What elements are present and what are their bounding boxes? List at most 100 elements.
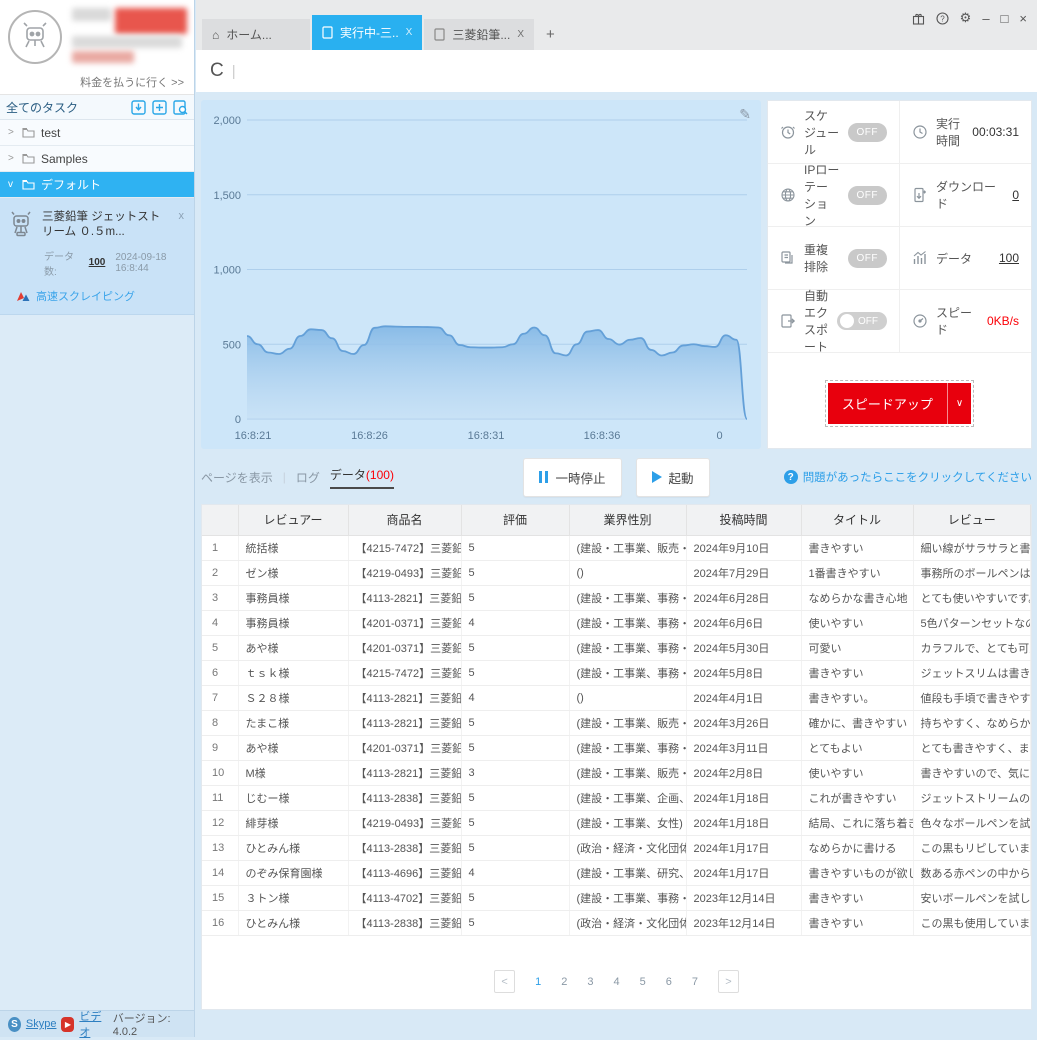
search-task-icon[interactable]: [173, 99, 188, 115]
view-toolbar: ページを表示 | ログ データ(100) 一時停止 起動 ? 問題があったらここ…: [201, 457, 1032, 497]
col-review[interactable]: レビュー: [912, 505, 1031, 536]
col-title[interactable]: タイトル: [800, 505, 914, 536]
skype-link[interactable]: Skype: [26, 1018, 57, 1030]
video-icon[interactable]: ▶: [61, 1016, 75, 1032]
pay-link[interactable]: 料金を払うに行く >>: [80, 74, 184, 90]
page-button[interactable]: 1: [535, 976, 541, 988]
collapsed-icon[interactable]: >: [8, 127, 16, 138]
import-task-icon[interactable]: [131, 99, 146, 115]
table-row[interactable]: 6ｔｓｋ様【4215-7472】三菱鉛筆 ジェット...5(建設・工事業、事務・…: [202, 660, 1031, 686]
table-row[interactable]: 9あや様【4201-0371】三菱鉛筆 ジェット...5(建設・工事業、事務・ア…: [202, 735, 1031, 761]
page-button[interactable]: 7: [692, 976, 698, 988]
expanded-icon[interactable]: v: [8, 179, 16, 190]
auto-export-toggle[interactable]: OFF: [837, 312, 887, 330]
sidebar-folder-default[interactable]: v デフォルト: [0, 172, 194, 198]
help-link[interactable]: ? 問題があったらここをクリックしてください: [783, 469, 1032, 485]
start-button[interactable]: 起動: [635, 457, 710, 497]
table-row[interactable]: 16ひとみん様【4113-2838】三菱鉛筆 ジェット...5(政治・経済・文化…: [202, 910, 1031, 936]
table-row[interactable]: 13ひとみん様【4113-2838】三菱鉛筆 ジェット...5(政治・経済・文化…: [202, 835, 1031, 861]
add-task-icon[interactable]: [152, 99, 167, 115]
account-name-redacted: [72, 8, 187, 63]
industry-cell: (建設・工事業、販売・接客、男...: [569, 760, 687, 786]
gift-icon[interactable]: [912, 12, 925, 25]
download-value[interactable]: 0: [1012, 188, 1019, 202]
table-row[interactable]: 3事務員様【4113-2821】三菱鉛筆 ジェット...5(建設・工事業、事務・…: [202, 585, 1031, 611]
table-row[interactable]: 10M様【4113-2821】三菱鉛筆 ジェット...3(建設・工事業、販売・接…: [202, 760, 1031, 786]
col-rating[interactable]: 評価: [460, 505, 570, 536]
close-icon[interactable]: ×: [1019, 11, 1027, 26]
tab-task[interactable]: 三菱鉛筆... X: [424, 19, 535, 50]
loading-icon[interactable]: C: [210, 60, 224, 82]
col-industry[interactable]: 業界性別: [568, 505, 687, 536]
tab-home[interactable]: ⌂ ホーム...: [202, 19, 310, 50]
chevron-down-icon[interactable]: ∨: [946, 383, 971, 424]
ip-rotation-toggle[interactable]: OFF: [847, 185, 887, 205]
speed-up-button[interactable]: スピードアップ ∨: [824, 380, 975, 427]
table-row[interactable]: 2ゼン様【4219-0493】三菱鉛筆 ジェット...5()2024年7月29日…: [202, 560, 1031, 586]
row-index-cell: 1: [202, 535, 239, 561]
next-page-button[interactable]: >: [717, 970, 739, 993]
page-button[interactable]: 3: [587, 976, 593, 988]
collapsed-icon[interactable]: >: [8, 153, 16, 164]
help-icon[interactable]: ?: [936, 11, 949, 25]
dedup-label: 重複排除: [804, 243, 829, 274]
reviewer-cell: 統括様: [238, 535, 349, 561]
prev-page-button[interactable]: <: [494, 970, 516, 993]
page-button[interactable]: 2: [561, 976, 567, 988]
product-cell: 【4113-2821】三菱鉛筆 ジェット...: [348, 760, 462, 786]
col-reviewer[interactable]: レビュアー: [237, 505, 349, 536]
sidebar: 料金を払うに行く >> 全てのタスク > test > Samples v デフ…: [0, 0, 195, 1040]
tab-close-icon[interactable]: X: [517, 29, 524, 40]
tab-view-page[interactable]: ページを表示: [201, 469, 273, 486]
table-row[interactable]: 4事務員様【4201-0371】三菱鉛筆 ジェット...4(建設・工事業、事務・…: [202, 610, 1031, 636]
table-row[interactable]: 8たまこ様【4113-2821】三菱鉛筆 ジェット...5(建設・工事業、販売・…: [202, 710, 1031, 736]
speed-scraping-link[interactable]: 高速スクレイピング: [16, 288, 186, 304]
folder-icon: [22, 153, 35, 164]
table-row[interactable]: 5あや様【4201-0371】三菱鉛筆 ジェット...5(建設・工事業、事務・ア…: [202, 635, 1031, 661]
table-row[interactable]: 1統括様【4215-7472】三菱鉛筆 ジェット...5(建設・工事業、販売・接…: [202, 535, 1031, 561]
rating-cell: 5: [461, 885, 570, 911]
page-button[interactable]: 6: [666, 976, 672, 988]
skype-icon[interactable]: S: [8, 1016, 21, 1032]
table-row[interactable]: 12緋芽様【4219-0493】三菱鉛筆 ジェット...5(建設・工事業、女性)…: [202, 810, 1031, 836]
table-row[interactable]: 11じむー様【4113-2838】三菱鉛筆 ジェット...5(建設・工事業、企画…: [202, 785, 1031, 811]
tab-running-task[interactable]: 実行中-三.. X: [312, 15, 423, 50]
gear-icon[interactable]: ⚙: [960, 10, 972, 26]
title-cell: なめらかな書き心地: [801, 585, 914, 611]
minimize-icon[interactable]: –: [982, 11, 989, 26]
sidebar-folder-test[interactable]: > test: [0, 120, 194, 146]
product-cell: 【4113-2838】三菱鉛筆 ジェット...: [348, 835, 462, 861]
table-row[interactable]: 7Ｓ２８様【4113-2821】三菱鉛筆 ジェット...4()2024年4月1日…: [202, 685, 1031, 711]
review-cell: 安いボールペンを試しましたが、...: [913, 885, 1031, 911]
table-row[interactable]: 15３トン様【4113-4702】三菱鉛筆 ジェット...5(建設・工事業、事務…: [202, 885, 1031, 911]
reviewer-cell: のぞみ保育園様: [238, 860, 349, 886]
svg-text:16:8:31: 16:8:31: [468, 430, 505, 442]
data-value[interactable]: 100: [999, 251, 1019, 265]
pause-button[interactable]: 一時停止: [523, 457, 622, 497]
task-card[interactable]: 三菱鉛筆 ジェットストリーム ０.５m... x データ数: 100 2024-…: [0, 198, 194, 315]
task-close-icon[interactable]: x: [177, 210, 187, 240]
new-tab-button[interactable]: +: [536, 19, 565, 50]
maximize-icon[interactable]: □: [1001, 11, 1009, 26]
video-link[interactable]: ビデオ: [79, 1008, 107, 1040]
col-product[interactable]: 商品名: [347, 505, 462, 536]
table-row[interactable]: 14のぞみ保育園様【4113-4696】三菱鉛筆 ジェット...4(建設・工事業…: [202, 860, 1031, 886]
svg-text:2,000: 2,000: [213, 115, 241, 127]
tab-data[interactable]: データ(100): [329, 466, 394, 489]
page-button[interactable]: 5: [640, 976, 646, 988]
speed-label: スピード: [936, 306, 973, 337]
col-date[interactable]: 投稿時間: [685, 505, 802, 536]
svg-text:16:8:26: 16:8:26: [351, 430, 388, 442]
title-cell: 書きやすい: [801, 885, 914, 911]
industry-cell: (建設・工事業、事務・アシスタ...: [569, 885, 687, 911]
page-button[interactable]: 4: [613, 976, 619, 988]
ip-rotation-label: IPローテーション: [804, 163, 840, 228]
dedup-toggle[interactable]: OFF: [847, 248, 887, 268]
schedule-toggle[interactable]: OFF: [847, 122, 887, 142]
data-count-value[interactable]: 100: [89, 257, 106, 268]
tab-log[interactable]: ログ: [296, 469, 320, 486]
tab-close-icon[interactable]: X: [406, 27, 413, 38]
row-index-cell: 5: [202, 635, 239, 661]
pencil-icon[interactable]: ✎: [739, 106, 751, 123]
sidebar-folder-samples[interactable]: > Samples: [0, 146, 194, 172]
